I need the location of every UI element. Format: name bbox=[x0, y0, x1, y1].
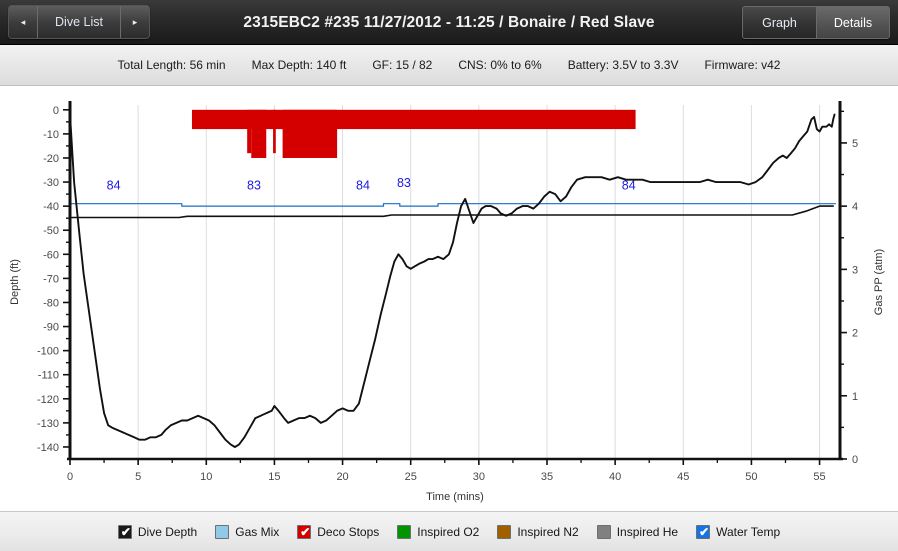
y-tick-label-left: -10 bbox=[43, 129, 59, 141]
dive-log-window: ◂ Dive List ▸ 2315EBC2 #235 11/27/2012 -… bbox=[0, 0, 898, 551]
y-axis-title-left: Depth (ft) bbox=[9, 259, 21, 305]
x-tick-label: 40 bbox=[609, 471, 621, 483]
x-tick-label: 30 bbox=[473, 471, 485, 483]
dive-summary-bar: Total Length: 56 min Max Depth: 140 ft G… bbox=[0, 45, 898, 86]
legend-label: Deco Stops bbox=[317, 524, 380, 539]
tab-graph[interactable]: Graph bbox=[743, 7, 816, 38]
x-tick-label: 20 bbox=[336, 471, 348, 483]
legend-item-gas-mix[interactable]: Gas Mix bbox=[215, 524, 280, 539]
dive-navigation-group: ◂ Dive List ▸ bbox=[8, 5, 150, 39]
legend-checkbox-inspired-he[interactable] bbox=[596, 524, 611, 539]
y-tick-label-left: -30 bbox=[43, 177, 59, 189]
legend-item-inspired-he[interactable]: Inspired He bbox=[596, 524, 679, 539]
chart-legend: ✔ Dive Depth Gas Mix ✔ Deco Stops Inspired O2… bbox=[0, 511, 898, 551]
y-tick-label-left: -20 bbox=[43, 153, 59, 165]
y-tick-label-right: 4 bbox=[852, 201, 858, 213]
legend-checkbox-inspired-n2[interactable] bbox=[497, 524, 512, 539]
view-tab-group: Graph Details bbox=[742, 6, 890, 39]
y-tick-label-left: -90 bbox=[43, 322, 59, 334]
dive-profile-plot: 84 83 84 83 840-10-20-30-40-50-60-70-80-90-1… bbox=[9, 101, 885, 503]
dive-profile-chart: 84 83 84 83 84 0 -10 -20 -30 -40 -50 -60 -70 -80 -90 -1… bbox=[0, 86, 898, 511]
x-tick-label: 55 bbox=[813, 471, 825, 483]
x-tick-label: 10 bbox=[200, 471, 212, 483]
legend-checkbox-inspired-o2[interactable] bbox=[397, 524, 412, 539]
deco-stop-segment bbox=[308, 109, 338, 158]
legend-label: Gas Mix bbox=[235, 524, 280, 539]
legend-item-water-temp[interactable]: ✔ Water Temp bbox=[696, 524, 781, 539]
deco-stop-segment bbox=[247, 109, 252, 154]
legend-checkbox-gas-mix[interactable] bbox=[215, 524, 230, 539]
y-tick-label-right: 5 bbox=[852, 138, 858, 150]
gas-mix-label: 83 bbox=[247, 178, 261, 192]
legend-label: Inspired N2 bbox=[517, 524, 579, 539]
check-icon: ✔ bbox=[300, 524, 311, 539]
summary-gf: GF: 15 / 82 bbox=[372, 58, 433, 72]
y-axis-title-right: Gas PP (atm) bbox=[873, 249, 885, 315]
y-tick-label-left: -60 bbox=[43, 249, 59, 261]
tab-details[interactable]: Details bbox=[816, 7, 889, 38]
check-icon: ✔ bbox=[699, 524, 710, 539]
summary-max-depth: Max Depth: 140 ft bbox=[251, 58, 347, 72]
y-tick-label-right: 2 bbox=[852, 328, 858, 340]
legend-label: Dive Depth bbox=[137, 524, 198, 539]
next-dive-button[interactable]: ▸ bbox=[121, 6, 149, 38]
legend-checkbox-dive-depth[interactable]: ✔ bbox=[117, 524, 132, 539]
y-tick-label-left: -40 bbox=[43, 201, 59, 213]
x-tick-label: 0 bbox=[67, 471, 73, 483]
x-tick-label: 50 bbox=[745, 471, 757, 483]
legend-checkbox-water-temp[interactable]: ✔ bbox=[696, 524, 711, 539]
y-tick-label-left: 0 bbox=[53, 105, 59, 117]
y-tick-label-left: -140 bbox=[37, 442, 59, 454]
x-tick-label: 45 bbox=[677, 471, 689, 483]
summary-total-length: Total Length: 56 min bbox=[117, 58, 226, 72]
y-tick-label-left: -120 bbox=[37, 394, 59, 406]
legend-item-inspired-n2[interactable]: Inspired N2 bbox=[497, 524, 579, 539]
legend-label: Inspired He bbox=[616, 524, 679, 539]
y-tick-label-left: -110 bbox=[38, 370, 59, 382]
gas-mix-label: 84 bbox=[356, 178, 370, 192]
summary-firmware: Firmware: v42 bbox=[704, 58, 781, 72]
summary-cns: CNS: 0% to 6% bbox=[458, 58, 542, 72]
deco-stop-segment bbox=[273, 109, 276, 154]
legend-checkbox-deco-stops[interactable]: ✔ bbox=[297, 524, 312, 539]
y-tick-label-left: -80 bbox=[43, 297, 59, 309]
dive-list-button[interactable]: Dive List bbox=[37, 6, 121, 38]
deco-stop-segment bbox=[251, 109, 267, 158]
x-tick-label: 15 bbox=[268, 471, 280, 483]
summary-battery: Battery: 3.5V to 3.3V bbox=[567, 58, 679, 72]
title-bar: ◂ Dive List ▸ 2315EBC2 #235 11/27/2012 -… bbox=[0, 0, 898, 45]
legend-item-dive-depth[interactable]: ✔ Dive Depth bbox=[117, 524, 198, 539]
x-tick-label: 25 bbox=[405, 471, 417, 483]
y-tick-label-right: 1 bbox=[852, 391, 858, 403]
y-tick-label-right: 3 bbox=[852, 264, 858, 276]
y-tick-label-left: -50 bbox=[43, 225, 59, 237]
previous-dive-button[interactable]: ◂ bbox=[9, 6, 37, 38]
legend-label: Water Temp bbox=[716, 524, 781, 539]
y-tick-label-left: -130 bbox=[37, 418, 59, 430]
y-tick-label-right: 0 bbox=[852, 454, 858, 466]
chevron-right-icon: ▸ bbox=[132, 16, 138, 27]
y-tick-label-left: -100 bbox=[37, 346, 59, 358]
check-icon: ✔ bbox=[120, 524, 131, 539]
legend-item-deco-stops[interactable]: ✔ Deco Stops bbox=[297, 524, 380, 539]
x-tick-label: 5 bbox=[135, 471, 141, 483]
plot-background bbox=[70, 105, 840, 459]
x-tick-label: 35 bbox=[541, 471, 553, 483]
deco-stop-segment bbox=[282, 109, 309, 158]
chevron-left-icon: ◂ bbox=[20, 16, 26, 27]
gas-mix-label: 84 bbox=[107, 178, 121, 192]
legend-item-inspired-o2[interactable]: Inspired O2 bbox=[397, 524, 480, 539]
x-axis-title: Time (mins) bbox=[426, 491, 484, 503]
gas-mix-label: 83 bbox=[397, 176, 411, 190]
legend-label: Inspired O2 bbox=[417, 524, 480, 539]
y-tick-label-left: -70 bbox=[43, 273, 59, 285]
